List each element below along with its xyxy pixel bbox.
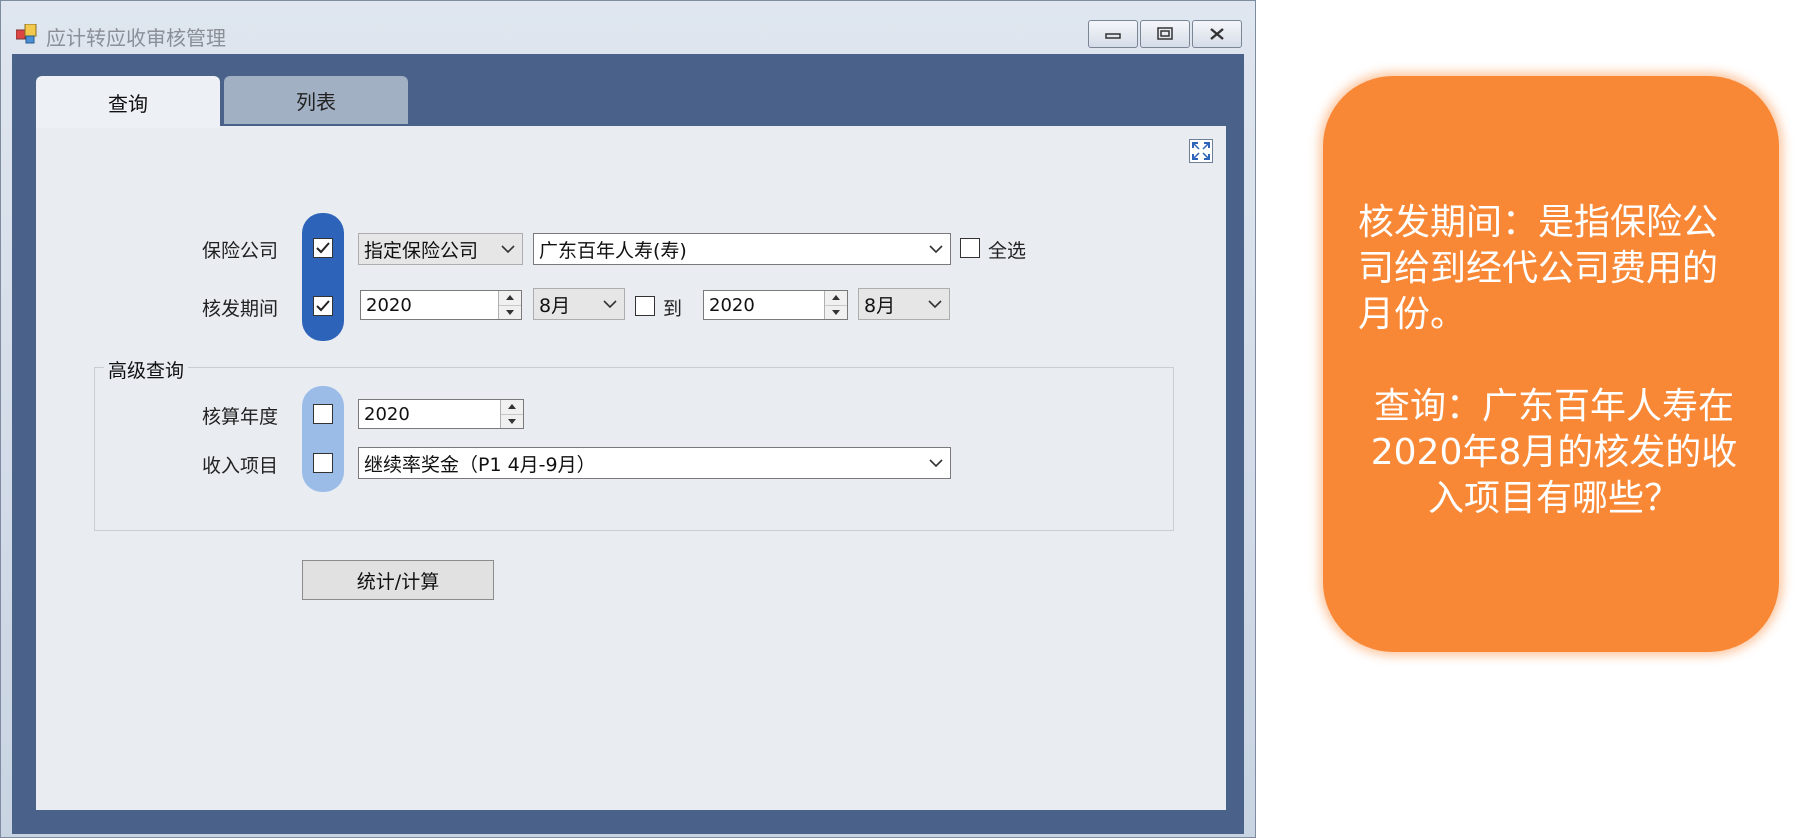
fiscal-year-label: 核算年度 xyxy=(202,406,279,428)
annotation-query-example: 查询：广东百年人寿在2020年8月的核发的收入项目有哪些？ xyxy=(1370,386,1738,519)
advanced-query-title: 高级查询 xyxy=(104,356,189,383)
insurer-company-value: 广东百年人寿(寿) xyxy=(539,239,687,262)
period-from-year-stepper[interactable]: 2020 xyxy=(360,290,522,320)
close-button[interactable] xyxy=(1192,20,1242,48)
period-from-month-select[interactable]: 8月 xyxy=(533,288,625,320)
checkmark-icon xyxy=(316,300,330,312)
annotation-text: 核发期间：是指保险公司给到经代公司费用的月份。 查询：广东百年人寿在2020年8… xyxy=(1358,200,1750,522)
annotation-definition: 核发期间：是指保险公司给到经代公司费用的月份。 xyxy=(1358,202,1719,335)
spin-up-icon[interactable] xyxy=(499,291,521,305)
close-icon xyxy=(1210,28,1224,40)
insurer-checkbox[interactable] xyxy=(313,238,333,258)
spin-down-icon[interactable] xyxy=(499,304,521,319)
spin-down-icon[interactable] xyxy=(825,304,847,319)
spin-up-icon[interactable] xyxy=(825,291,847,305)
period-to-month-value: 8月 xyxy=(864,294,896,317)
checkmark-icon xyxy=(316,242,330,254)
insurer-company-select[interactable]: 广东百年人寿(寿) xyxy=(533,233,951,265)
select-all-label: 全选 xyxy=(988,240,1027,262)
income-item-checkbox[interactable] xyxy=(313,453,333,473)
chevron-down-icon xyxy=(922,234,950,264)
tab-list[interactable]: 列表 xyxy=(224,76,408,124)
insurer-mode-value: 指定保险公司 xyxy=(364,239,479,262)
period-to-checkbox[interactable] xyxy=(635,296,655,316)
chevron-down-icon xyxy=(922,448,950,478)
period-from-month-value: 8月 xyxy=(539,294,571,317)
minimize-icon xyxy=(1105,33,1121,39)
period-checkbox[interactable] xyxy=(313,296,333,316)
maximize-button[interactable] xyxy=(1140,20,1190,48)
chevron-down-icon xyxy=(921,289,949,319)
app-icon xyxy=(15,23,38,44)
insurer-label: 保险公司 xyxy=(202,240,279,262)
maximize-icon xyxy=(1157,27,1173,40)
period-to-month-select[interactable]: 8月 xyxy=(858,288,950,320)
chevron-down-icon xyxy=(596,289,624,319)
spin-up-icon[interactable] xyxy=(501,400,523,414)
expand-icon[interactable] xyxy=(1189,139,1213,163)
primary-filter-highlight xyxy=(302,213,344,341)
chevron-down-icon xyxy=(494,234,522,264)
period-label: 核发期间 xyxy=(202,298,279,320)
income-item-value: 继续率奖金（P1 4月-9月） xyxy=(364,453,596,476)
spin-down-icon[interactable] xyxy=(501,413,523,428)
select-all-checkbox[interactable] xyxy=(960,238,980,258)
minimize-button[interactable] xyxy=(1088,20,1138,48)
fiscal-year-value: 2020 xyxy=(364,403,410,425)
fiscal-year-stepper[interactable]: 2020 xyxy=(358,399,524,429)
income-item-label: 收入项目 xyxy=(202,455,279,477)
period-to-year-value: 2020 xyxy=(709,294,755,316)
period-from-year-value: 2020 xyxy=(366,294,412,316)
income-item-select[interactable]: 继续率奖金（P1 4月-9月） xyxy=(358,447,951,479)
insurer-mode-select[interactable]: 指定保险公司 xyxy=(358,233,523,265)
tab-query[interactable]: 查询 xyxy=(36,76,220,128)
window-title: 应计转应收审核管理 xyxy=(46,26,226,50)
fiscal-year-checkbox[interactable] xyxy=(313,404,333,424)
calculate-button[interactable]: 统计/计算 xyxy=(302,560,494,600)
period-to-label: 到 xyxy=(663,298,683,320)
period-to-year-stepper[interactable]: 2020 xyxy=(703,290,848,320)
